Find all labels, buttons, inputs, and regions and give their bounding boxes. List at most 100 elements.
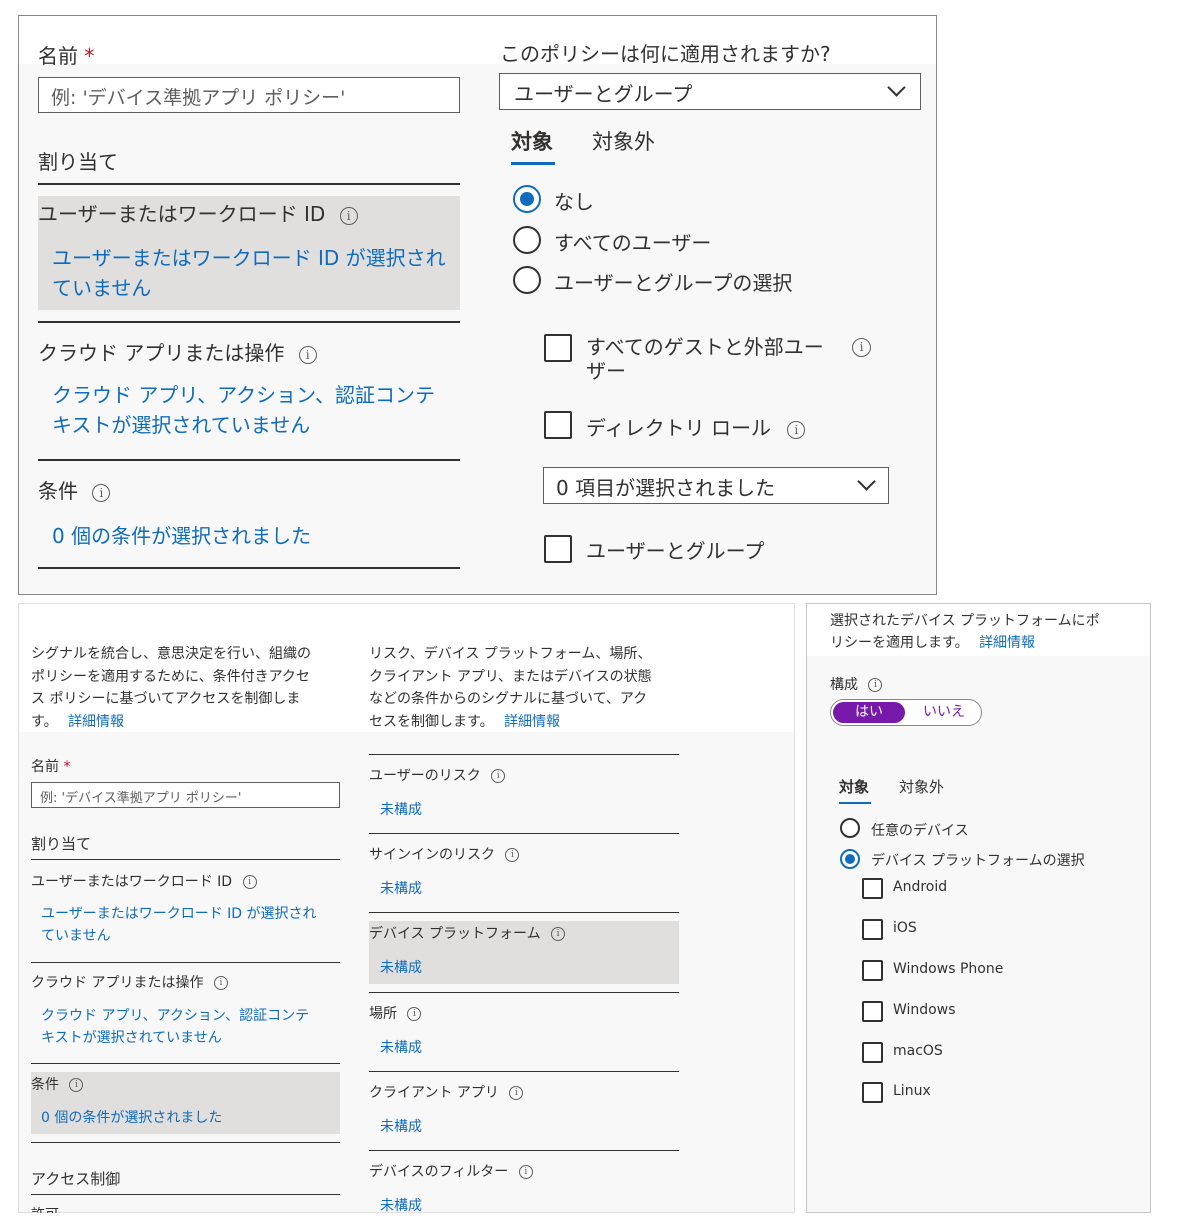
platform-description: 選択されたデバイス プラットフォームにポ リシーを適用します。 詳細情報 xyxy=(830,610,1100,654)
info-icon[interactable]: i xyxy=(407,1007,422,1021)
cloud-apps-value-link[interactable]: クラウド アプリ、アクション、認証コンテ キストが選択されていません xyxy=(52,380,435,440)
desc-line: セスを制御します。 詳細情報 xyxy=(369,711,652,734)
condition-label-text: デバイスのフィルター xyxy=(369,1164,509,1180)
users-value-link[interactable]: ユーザーまたはワークロード ID が選択され ていません xyxy=(52,243,446,303)
cloud-apps-value-line1: クラウド アプリ、アクション、認証コンテ xyxy=(41,1008,310,1024)
condition-value-link[interactable]: 未構成 xyxy=(380,1037,422,1057)
conditions-value-link[interactable]: 0 個の条件が選択されました xyxy=(52,520,311,549)
tab-exclude[interactable]: 対象外 xyxy=(592,126,655,156)
condition-label: 場所 i xyxy=(369,1003,422,1023)
learn-more-link[interactable]: 詳細情報 xyxy=(504,714,560,730)
tab-include-label: 対象 xyxy=(511,130,553,154)
learn-more-link[interactable]: 詳細情報 xyxy=(68,714,124,730)
condition-label: デバイス プラットフォーム i xyxy=(369,923,566,943)
name-label: 名前 * xyxy=(38,40,94,69)
pane-tab-include[interactable]: 対象 xyxy=(839,776,869,797)
platform-label: Windows xyxy=(893,1002,956,1018)
checkbox-directory-roles[interactable] xyxy=(544,411,572,439)
info-icon[interactable]: i xyxy=(69,1078,84,1092)
configure-toggle[interactable]: はい いいえ xyxy=(830,699,982,726)
cloud-apps-label: クラウド アプリまたは操作 i xyxy=(38,337,317,366)
users-value-line1: ユーザーまたはワークロード ID が選択され xyxy=(52,246,446,270)
learn-more-link[interactable]: 詳細情報 xyxy=(979,635,1035,651)
chevron-down-icon xyxy=(887,78,906,97)
checkbox-windows[interactable] xyxy=(862,1001,883,1022)
radio-select-users[interactable] xyxy=(513,266,541,294)
divider xyxy=(31,859,340,860)
cloud-apps-value-link-small[interactable]: クラウド アプリ、アクション、認証コンテ キストが選択されていません xyxy=(41,1005,309,1049)
guests-line1: すべてのゲストと外部ユー xyxy=(586,335,824,359)
roles-select[interactable]: 0 項目が選択されました xyxy=(543,467,889,504)
toggle-no-label: いいえ xyxy=(923,704,965,720)
toggle-no[interactable]: いいえ xyxy=(911,702,977,723)
info-icon[interactable]: i xyxy=(213,976,228,990)
info-icon[interactable]: i xyxy=(787,420,806,439)
checkbox-macos[interactable] xyxy=(862,1042,883,1063)
policy-name-input[interactable]: 例: 'デバイス準拠アプリ ポリシー' xyxy=(38,77,460,113)
users-value-line2: ていません xyxy=(52,276,152,300)
info-icon[interactable]: i xyxy=(505,848,520,862)
condition-user-risk[interactable]: ユーザーのリスク i 未構成 xyxy=(369,755,679,834)
conditions-label: 条件 i xyxy=(38,475,111,504)
name-label-text: 名前 xyxy=(31,759,59,775)
toggle-yes[interactable]: はい xyxy=(833,702,905,723)
pane-tab-include-underline xyxy=(839,802,871,804)
radio-all-users[interactable] xyxy=(513,226,541,254)
desc-line: などの条件からのシグナルに基づいて、アク xyxy=(369,691,648,707)
desc-line: リスク、デバイス プラットフォーム、場所、 xyxy=(369,646,652,662)
divider xyxy=(38,567,460,569)
info-icon[interactable]: i xyxy=(509,1086,524,1100)
cloud-apps-value-line2: キストが選択されていません xyxy=(41,1030,222,1046)
condition-value-link[interactable]: 未構成 xyxy=(380,1116,422,1136)
tab-include[interactable]: 対象 xyxy=(511,126,553,156)
info-icon[interactable]: i xyxy=(92,483,111,502)
condition-device-platform[interactable]: デバイス プラットフォーム i 未構成 xyxy=(369,913,679,992)
condition-device-filter[interactable]: デバイスのフィルター i 未構成 xyxy=(369,1151,679,1213)
description-right: リスク、デバイス プラットフォーム、場所、 クライアント アプリ、またはデバイス… xyxy=(369,643,652,733)
platform-label: Linux xyxy=(893,1083,931,1099)
conditions-label-text: 条件 xyxy=(31,1077,59,1093)
info-icon[interactable]: i xyxy=(868,678,883,692)
configure-label: 構成 i xyxy=(830,674,883,694)
condition-value-link[interactable]: 未構成 xyxy=(380,1195,422,1213)
users-value-link-small[interactable]: ユーザーまたはワークロード ID が選択され ていません xyxy=(41,903,317,947)
condition-client-apps[interactable]: クライアント アプリ i 未構成 xyxy=(369,1072,679,1151)
platform-label: iOS xyxy=(893,920,917,936)
condition-label-text: サインインのリスク xyxy=(369,847,495,863)
name-label-text: 名前 xyxy=(38,44,78,68)
info-icon[interactable]: i xyxy=(298,345,317,364)
checkbox-android[interactable] xyxy=(862,878,883,899)
applies-to-select[interactable]: ユーザーとグループ xyxy=(499,73,921,110)
condition-locations[interactable]: 場所 i 未構成 xyxy=(369,993,679,1072)
conditions-label-small: 条件 i xyxy=(31,1074,84,1094)
required-mark: * xyxy=(84,44,95,68)
checkbox-guests[interactable] xyxy=(544,334,572,362)
condition-signin-risk[interactable]: サインインのリスク i 未構成 xyxy=(369,834,679,913)
conditions-value-link-small[interactable]: 0 個の条件が選択されました xyxy=(41,1107,222,1127)
radio-dot xyxy=(845,854,855,864)
radio-select-users-label: ユーザーとグループの選択 xyxy=(554,271,793,295)
desc-text: す。 xyxy=(31,713,58,730)
platform-label: Windows Phone xyxy=(893,961,1004,977)
info-icon[interactable]: i xyxy=(518,1165,533,1179)
policy-name-input-small[interactable]: 例: 'デバイス準拠アプリ ポリシー' xyxy=(31,782,340,808)
radio-any-device[interactable] xyxy=(840,818,860,838)
checkbox-windows-phone[interactable] xyxy=(862,960,883,981)
checkbox-users-groups[interactable] xyxy=(544,535,572,563)
required-mark: * xyxy=(63,759,71,775)
info-icon[interactable]: i xyxy=(852,338,871,357)
info-icon[interactable]: i xyxy=(491,769,506,783)
assignments-heading: 割り当て xyxy=(38,150,118,174)
condition-value-link[interactable]: 未構成 xyxy=(380,799,422,819)
condition-value-link[interactable]: 未構成 xyxy=(380,957,422,977)
info-icon[interactable]: i xyxy=(339,206,358,225)
desc-line: クライアント アプリ、またはデバイスの状態 xyxy=(369,668,652,685)
info-icon[interactable]: i xyxy=(551,927,566,941)
policy-name-placeholder: 例: 'デバイス準拠アプリ ポリシー' xyxy=(40,791,242,806)
checkbox-linux[interactable] xyxy=(862,1082,883,1103)
checkbox-users-groups-label: ユーザーとグループ xyxy=(586,539,765,563)
info-icon[interactable]: i xyxy=(242,875,257,889)
checkbox-ios[interactable] xyxy=(862,919,883,940)
condition-value-link[interactable]: 未構成 xyxy=(380,878,422,898)
pane-tab-exclude[interactable]: 対象外 xyxy=(899,776,944,797)
